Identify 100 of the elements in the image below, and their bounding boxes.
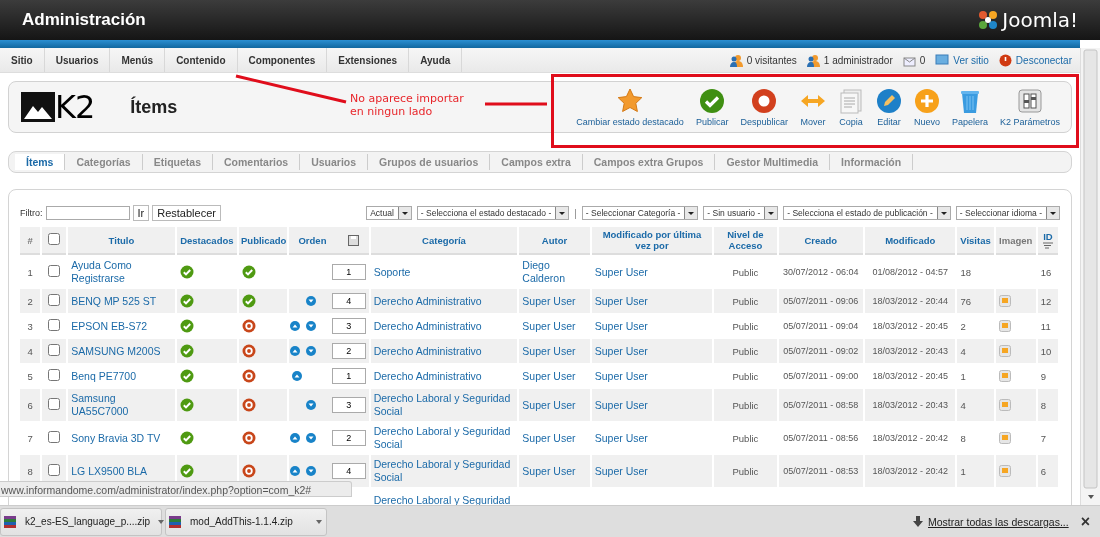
move-down-icon[interactable] xyxy=(305,400,316,410)
move-down-icon[interactable] xyxy=(305,296,316,306)
toolbar-button[interactable]: Papelera xyxy=(946,87,993,127)
featured-check-icon[interactable] xyxy=(179,294,194,308)
tab[interactable]: Gestor Multimedia xyxy=(715,154,831,170)
item-title-link[interactable]: Ayuda Como Registrarse xyxy=(71,259,172,285)
column-header[interactable]: Orden xyxy=(298,234,327,246)
published-check-icon[interactable] xyxy=(242,265,256,279)
move-down-icon[interactable] xyxy=(305,346,316,356)
toolbar-button[interactable]: K2 Parámetros xyxy=(994,87,1065,127)
tab[interactable]: Categorías xyxy=(65,154,143,170)
featured-check-icon[interactable] xyxy=(179,344,194,358)
unpublished-icon[interactable] xyxy=(242,319,256,333)
featured-check-icon[interactable] xyxy=(179,319,194,333)
dropdown[interactable]: - Seleccionar Categoría - xyxy=(581,206,699,220)
menu-item[interactable]: Ayuda xyxy=(409,48,463,72)
row-checkbox[interactable] xyxy=(48,463,61,476)
published-check-icon[interactable] xyxy=(242,294,256,308)
order-field[interactable]: 3 xyxy=(331,318,366,334)
move-down-icon[interactable] xyxy=(305,433,316,443)
tab[interactable]: Etiquetas xyxy=(142,154,213,170)
select-all-checkbox[interactable] xyxy=(48,233,61,245)
modifier-link[interactable]: Super User xyxy=(594,431,710,445)
tab[interactable]: Campos extra Grupos xyxy=(582,154,716,170)
tab[interactable]: Información xyxy=(830,154,914,170)
move-up-icon[interactable] xyxy=(289,433,300,443)
toolbar-button[interactable]: Despublicar xyxy=(735,87,793,127)
status-link[interactable]: Desconectar xyxy=(1015,54,1072,66)
move-up-icon[interactable] xyxy=(289,321,300,331)
toolbar-button[interactable]: Mover xyxy=(794,87,831,127)
category-link[interactable]: Derecho Administrativo xyxy=(373,319,515,333)
order-field[interactable]: 4 xyxy=(331,293,366,309)
menu-item[interactable]: Extensiones xyxy=(327,48,410,72)
tab[interactable]: Ítems xyxy=(15,154,66,170)
tab[interactable]: Campos extra xyxy=(490,154,583,170)
filter-field[interactable] xyxy=(45,206,130,220)
close-button[interactable]: × xyxy=(1080,512,1090,531)
move-down-icon[interactable] xyxy=(305,466,316,476)
modifier-link[interactable]: Super User xyxy=(594,369,710,383)
row-checkbox[interactable] xyxy=(48,368,61,381)
dropdown[interactable]: - Sin usuario - xyxy=(703,206,779,220)
menu-item[interactable]: Sitio xyxy=(0,48,45,72)
save-icon[interactable] xyxy=(348,234,360,246)
image-icon[interactable] xyxy=(998,432,1011,444)
toolbar-button[interactable]: Cambiar estado destacado xyxy=(571,87,689,127)
menu-item[interactable]: Contenido xyxy=(165,48,238,72)
show-all-downloads-link[interactable]: Mostrar todas las descargas... xyxy=(928,515,1069,528)
unpublished-icon[interactable] xyxy=(242,344,256,358)
author-link[interactable]: Super User xyxy=(522,369,587,383)
go-button[interactable]: Ir xyxy=(132,205,150,221)
item-title-link[interactable]: Sony Bravia 3D TV xyxy=(71,431,172,445)
featured-check-icon[interactable] xyxy=(179,265,194,279)
row-checkbox[interactable] xyxy=(48,343,61,356)
menu-item[interactable]: Usuarios xyxy=(44,48,111,72)
column-header[interactable]: ID xyxy=(1043,231,1053,242)
move-down-icon[interactable] xyxy=(305,321,316,331)
dropdown[interactable]: Actual xyxy=(366,206,412,220)
item-title-link[interactable]: Benq PE7700 xyxy=(71,369,172,383)
toolbar-button[interactable]: Publicar xyxy=(690,87,734,127)
toolbar-button[interactable]: Copia xyxy=(832,87,869,127)
tab[interactable]: Comentarios xyxy=(213,154,301,170)
featured-check-icon[interactable] xyxy=(179,398,194,412)
order-field[interactable]: 1 xyxy=(331,264,366,280)
image-icon[interactable] xyxy=(998,320,1011,332)
order-field[interactable]: 4 xyxy=(331,463,366,479)
move-up-icon[interactable] xyxy=(289,346,300,356)
move-up-icon[interactable] xyxy=(292,371,303,381)
tab[interactable]: Grupos de usuarios xyxy=(368,154,491,170)
author-link[interactable]: Super User xyxy=(522,319,587,333)
unpublished-icon[interactable] xyxy=(242,431,256,445)
unpublished-icon[interactable] xyxy=(242,398,256,412)
order-field[interactable]: 2 xyxy=(331,343,366,359)
author-link[interactable]: Diego Calderon xyxy=(522,259,587,285)
dropdown[interactable]: - Selecciona el estado de publicación - xyxy=(783,206,951,220)
row-checkbox[interactable] xyxy=(48,430,61,443)
menu-item[interactable]: Menús xyxy=(110,48,166,72)
dropdown[interactable]: - Seleccionar idioma - xyxy=(955,206,1060,220)
modifier-link[interactable]: Super User xyxy=(594,265,710,279)
order-field[interactable]: 1 xyxy=(331,368,366,384)
featured-check-icon[interactable] xyxy=(179,431,194,445)
category-link[interactable]: Soporte xyxy=(373,265,515,279)
author-link[interactable]: Super User xyxy=(522,431,587,445)
row-checkbox[interactable] xyxy=(48,264,61,277)
row-checkbox[interactable] xyxy=(48,293,61,306)
image-icon[interactable] xyxy=(998,370,1011,382)
category-link[interactable]: Derecho Laboral y Seguridad Social xyxy=(373,425,515,451)
featured-check-icon[interactable] xyxy=(179,464,194,478)
order-field[interactable]: 3 xyxy=(331,397,366,413)
download-item[interactable]: k2_es-ES_language_p....zip xyxy=(0,507,162,536)
caret-icon[interactable] xyxy=(316,519,322,524)
menu-item[interactable]: Componentes xyxy=(237,48,328,72)
item-title-link[interactable]: EPSON EB-S72 xyxy=(71,319,172,333)
caret-icon[interactable] xyxy=(158,519,165,524)
featured-check-icon[interactable] xyxy=(179,369,194,383)
download-item[interactable]: mod_AddThis-1.1.4.zip xyxy=(165,507,327,536)
unpublished-icon[interactable] xyxy=(242,369,256,383)
order-field[interactable]: 2 xyxy=(331,430,366,446)
row-checkbox[interactable] xyxy=(48,318,61,331)
reset-button[interactable]: Restablecer xyxy=(152,205,221,221)
toolbar-button[interactable]: Editar xyxy=(870,87,907,127)
